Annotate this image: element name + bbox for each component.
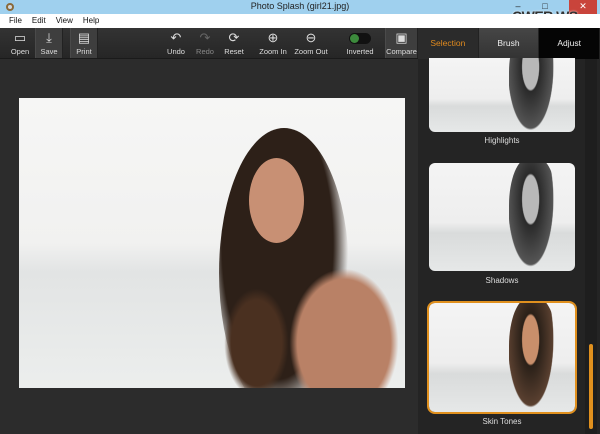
compare-label: Compare xyxy=(386,47,417,56)
redo-button[interactable]: ↷ Redo xyxy=(193,28,217,58)
zoom-in-icon: ⊕ xyxy=(267,30,279,45)
undo-icon: ↶ xyxy=(170,30,182,45)
open-label: Open xyxy=(10,47,30,56)
tab-adjust[interactable]: Adjust xyxy=(539,28,600,59)
refresh-icon: ⟳ xyxy=(228,30,240,45)
right-panel: Selection Brush Adjust Highlights Shadow… xyxy=(418,28,600,434)
redo-icon: ↷ xyxy=(199,30,211,45)
preset-label: Shadows xyxy=(485,276,519,285)
menu-edit[interactable]: Edit xyxy=(32,14,46,28)
preset-shadows[interactable] xyxy=(429,163,575,271)
image-icon: ▭ xyxy=(13,30,27,45)
scrollbar-thumb[interactable] xyxy=(589,344,593,429)
print-button[interactable]: ▤ Print xyxy=(70,28,98,58)
compare-button[interactable]: ▣ Compare xyxy=(385,28,418,58)
tab-selection[interactable]: Selection xyxy=(418,28,479,59)
printer-icon: ▤ xyxy=(77,30,91,45)
zoom-in-label: Zoom In xyxy=(259,47,287,56)
preset-skin-tones[interactable] xyxy=(427,301,577,414)
inverted-label: Inverted xyxy=(346,47,374,56)
inverted-toggle[interactable]: Inverted xyxy=(342,28,378,58)
title-bar: Photo Splash (girl21.jpg) – □ ✕ CWER.WS xyxy=(0,0,600,24)
reset-button[interactable]: ⟳ Reset xyxy=(222,28,246,58)
zoom-out-label: Zoom Out xyxy=(294,47,328,56)
menu-help[interactable]: Help xyxy=(83,14,99,28)
preset-label: Highlights xyxy=(484,136,520,145)
download-icon: ⤓ xyxy=(46,30,52,45)
open-button[interactable]: ▭ Open xyxy=(6,28,34,58)
photo-preview[interactable] xyxy=(19,98,405,388)
compare-icon: ▣ xyxy=(395,30,408,45)
save-button[interactable]: ⤓ Save xyxy=(35,28,63,58)
print-label: Print xyxy=(76,47,92,56)
panel-tabs: Selection Brush Adjust xyxy=(418,28,600,59)
undo-label: Undo xyxy=(167,47,185,56)
toggle-switch[interactable] xyxy=(349,33,371,44)
zoom-out-icon: ⊖ xyxy=(305,30,317,45)
preset-highlights[interactable] xyxy=(429,58,575,132)
menu-bar: File Edit View Help xyxy=(0,14,600,28)
tab-brush[interactable]: Brush xyxy=(478,28,540,59)
reset-label: Reset xyxy=(224,47,244,56)
save-label: Save xyxy=(40,47,58,56)
zoom-in-button[interactable]: ⊕ Zoom In xyxy=(256,28,290,58)
menu-file[interactable]: File xyxy=(9,14,22,28)
redo-label: Redo xyxy=(196,47,214,56)
zoom-out-button[interactable]: ⊖ Zoom Out xyxy=(292,28,330,58)
preset-label: Skin Tones xyxy=(482,417,522,426)
presets-scrollbar[interactable] xyxy=(585,59,597,434)
menu-view[interactable]: View xyxy=(56,14,73,28)
toolbar: ▭ Open ⤓ Save ▤ Print ↶ Undo ↷ Redo ⟳ Reset ⊕ Z… xyxy=(0,28,418,59)
undo-button[interactable]: ↶ Undo xyxy=(164,28,188,58)
